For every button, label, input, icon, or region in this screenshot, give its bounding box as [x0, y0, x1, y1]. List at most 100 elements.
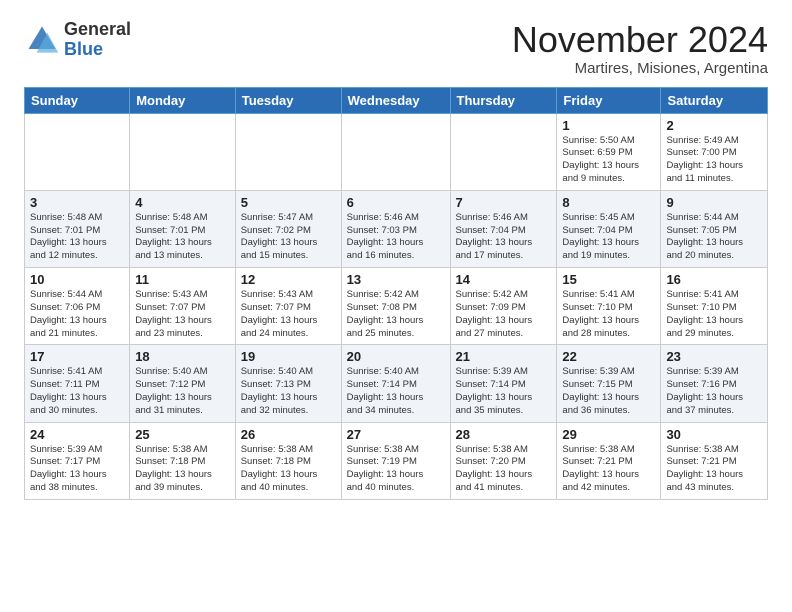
day-number: 3: [30, 195, 124, 210]
day-info: Sunrise: 5:41 AM Sunset: 7:10 PM Dayligh…: [562, 289, 655, 340]
calendar-cell: 4 Sunrise: 5:48 AM Sunset: 7:01 PM Daylig…: [130, 190, 236, 267]
calendar-cell: 14Sunrise: 5:42 AM Sunset: 7:09 PM Dayli…: [450, 268, 557, 345]
calendar-cell: 16 Sunrise: 5:41 AM Sunset: 7:10 PM Dayli…: [661, 268, 768, 345]
logo-text: General Blue: [64, 20, 131, 60]
calendar-cell: 21 Sunrise: 5:39 AM Sunset: 7:14 PM Dayli…: [450, 345, 557, 422]
calendar-cell: [130, 113, 236, 190]
calendar-week-1: 1 Sunrise: 5:50 AM Sunset: 6:59 PM Daylig…: [25, 113, 768, 190]
calendar-cell: 25 Sunrise: 5:38 AM Sunset: 7:18 PM Dayli…: [130, 422, 236, 499]
calendar-cell: 23 Sunrise: 5:39 AM Sunset: 7:16 PM Dayli…: [661, 345, 768, 422]
day-number: 27: [347, 427, 445, 442]
calendar-cell: 27 Sunrise: 5:38 AM Sunset: 7:19 PM Dayli…: [341, 422, 450, 499]
calendar-cell: 18Sunrise: 5:40 AM Sunset: 7:12 PM Dayli…: [130, 345, 236, 422]
day-info: Sunrise: 5:39 AM Sunset: 7:17 PM Dayligh…: [30, 444, 124, 495]
calendar-cell: [235, 113, 341, 190]
calendar-cell: 29 Sunrise: 5:38 AM Sunset: 7:21 PM Dayli…: [557, 422, 661, 499]
calendar-cell: 20Sunrise: 5:40 AM Sunset: 7:14 PM Dayli…: [341, 345, 450, 422]
day-info: Sunrise: 5:49 AM Sunset: 7:00 PM Dayligh…: [666, 135, 762, 186]
calendar-cell: 11Sunrise: 5:43 AM Sunset: 7:07 PM Dayli…: [130, 268, 236, 345]
header: General Blue November 2024 Martires, Mis…: [24, 20, 768, 77]
page: General Blue November 2024 Martires, Mis…: [0, 0, 792, 520]
day-number: 18: [135, 349, 230, 364]
day-info: Sunrise: 5:38 AM Sunset: 7:20 PM Dayligh…: [456, 444, 552, 495]
day-number: 15: [562, 272, 655, 287]
calendar-cell: 3 Sunrise: 5:48 AM Sunset: 7:01 PM Daylig…: [25, 190, 130, 267]
day-info: Sunrise: 5:43 AM Sunset: 7:07 PM Dayligh…: [241, 289, 336, 340]
day-number: 2: [666, 118, 762, 133]
calendar-week-3: 10Sunrise: 5:44 AM Sunset: 7:06 PM Dayli…: [25, 268, 768, 345]
calendar-cell: 22 Sunrise: 5:39 AM Sunset: 7:15 PM Dayli…: [557, 345, 661, 422]
day-number: 20: [347, 349, 445, 364]
day-number: 17: [30, 349, 124, 364]
day-number: 6: [347, 195, 445, 210]
header-row: SundayMondayTuesdayWednesdayThursdayFrid…: [25, 87, 768, 113]
calendar-cell: 30 Sunrise: 5:38 AM Sunset: 7:21 PM Dayli…: [661, 422, 768, 499]
day-info: Sunrise: 5:39 AM Sunset: 7:16 PM Dayligh…: [666, 366, 762, 417]
calendar-cell: 7 Sunrise: 5:46 AM Sunset: 7:04 PM Daylig…: [450, 190, 557, 267]
calendar-cell: 28 Sunrise: 5:38 AM Sunset: 7:20 PM Dayli…: [450, 422, 557, 499]
day-number: 4: [135, 195, 230, 210]
day-number: 24: [30, 427, 124, 442]
day-info: Sunrise: 5:46 AM Sunset: 7:03 PM Dayligh…: [347, 212, 445, 263]
day-info: Sunrise: 5:50 AM Sunset: 6:59 PM Dayligh…: [562, 135, 655, 186]
day-info: Sunrise: 5:45 AM Sunset: 7:04 PM Dayligh…: [562, 212, 655, 263]
day-number: 1: [562, 118, 655, 133]
day-number: 21: [456, 349, 552, 364]
calendar-cell: 9 Sunrise: 5:44 AM Sunset: 7:05 PM Daylig…: [661, 190, 768, 267]
day-info: Sunrise: 5:48 AM Sunset: 7:01 PM Dayligh…: [30, 212, 124, 263]
calendar-week-4: 17Sunrise: 5:41 AM Sunset: 7:11 PM Dayli…: [25, 345, 768, 422]
calendar-cell: [341, 113, 450, 190]
month-title: November 2024: [512, 20, 768, 60]
day-number: 26: [241, 427, 336, 442]
day-number: 13: [347, 272, 445, 287]
day-info: Sunrise: 5:48 AM Sunset: 7:01 PM Dayligh…: [135, 212, 230, 263]
calendar-cell: 24 Sunrise: 5:39 AM Sunset: 7:17 PM Dayli…: [25, 422, 130, 499]
day-info: Sunrise: 5:41 AM Sunset: 7:10 PM Dayligh…: [666, 289, 762, 340]
day-number: 8: [562, 195, 655, 210]
calendar-cell: 12Sunrise: 5:43 AM Sunset: 7:07 PM Dayli…: [235, 268, 341, 345]
day-info: Sunrise: 5:39 AM Sunset: 7:14 PM Dayligh…: [456, 366, 552, 417]
logo-blue: Blue: [64, 40, 131, 60]
day-header-monday: Monday: [130, 87, 236, 113]
calendar-cell: 26 Sunrise: 5:38 AM Sunset: 7:18 PM Dayli…: [235, 422, 341, 499]
day-number: 9: [666, 195, 762, 210]
day-info: Sunrise: 5:44 AM Sunset: 7:05 PM Dayligh…: [666, 212, 762, 263]
day-number: 10: [30, 272, 124, 287]
day-info: Sunrise: 5:39 AM Sunset: 7:15 PM Dayligh…: [562, 366, 655, 417]
day-info: Sunrise: 5:38 AM Sunset: 7:18 PM Dayligh…: [241, 444, 336, 495]
day-info: Sunrise: 5:38 AM Sunset: 7:21 PM Dayligh…: [562, 444, 655, 495]
calendar-cell: 10Sunrise: 5:44 AM Sunset: 7:06 PM Dayli…: [25, 268, 130, 345]
day-number: 22: [562, 349, 655, 364]
calendar-week-2: 3 Sunrise: 5:48 AM Sunset: 7:01 PM Daylig…: [25, 190, 768, 267]
day-info: Sunrise: 5:38 AM Sunset: 7:19 PM Dayligh…: [347, 444, 445, 495]
day-header-friday: Friday: [557, 87, 661, 113]
calendar-cell: 2 Sunrise: 5:49 AM Sunset: 7:00 PM Daylig…: [661, 113, 768, 190]
calendar-cell: 19 Sunrise: 5:40 AM Sunset: 7:13 PM Dayli…: [235, 345, 341, 422]
day-info: Sunrise: 5:43 AM Sunset: 7:07 PM Dayligh…: [135, 289, 230, 340]
day-header-saturday: Saturday: [661, 87, 768, 113]
calendar-cell: 13Sunrise: 5:42 AM Sunset: 7:08 PM Dayli…: [341, 268, 450, 345]
day-number: 28: [456, 427, 552, 442]
day-number: 19: [241, 349, 336, 364]
day-info: Sunrise: 5:47 AM Sunset: 7:02 PM Dayligh…: [241, 212, 336, 263]
day-header-sunday: Sunday: [25, 87, 130, 113]
calendar-cell: 6 Sunrise: 5:46 AM Sunset: 7:03 PM Daylig…: [341, 190, 450, 267]
day-number: 7: [456, 195, 552, 210]
calendar-week-5: 24 Sunrise: 5:39 AM Sunset: 7:17 PM Dayli…: [25, 422, 768, 499]
day-number: 23: [666, 349, 762, 364]
day-info: Sunrise: 5:38 AM Sunset: 7:21 PM Dayligh…: [666, 444, 762, 495]
day-info: Sunrise: 5:46 AM Sunset: 7:04 PM Dayligh…: [456, 212, 552, 263]
day-number: 16: [666, 272, 762, 287]
calendar-cell: 1 Sunrise: 5:50 AM Sunset: 6:59 PM Daylig…: [557, 113, 661, 190]
day-number: 30: [666, 427, 762, 442]
day-header-tuesday: Tuesday: [235, 87, 341, 113]
logo-general: General: [64, 20, 131, 40]
day-info: Sunrise: 5:42 AM Sunset: 7:09 PM Dayligh…: [456, 289, 552, 340]
day-header-thursday: Thursday: [450, 87, 557, 113]
day-number: 25: [135, 427, 230, 442]
logo: General Blue: [24, 20, 131, 60]
day-info: Sunrise: 5:40 AM Sunset: 7:13 PM Dayligh…: [241, 366, 336, 417]
day-number: 29: [562, 427, 655, 442]
day-number: 5: [241, 195, 336, 210]
day-info: Sunrise: 5:38 AM Sunset: 7:18 PM Dayligh…: [135, 444, 230, 495]
